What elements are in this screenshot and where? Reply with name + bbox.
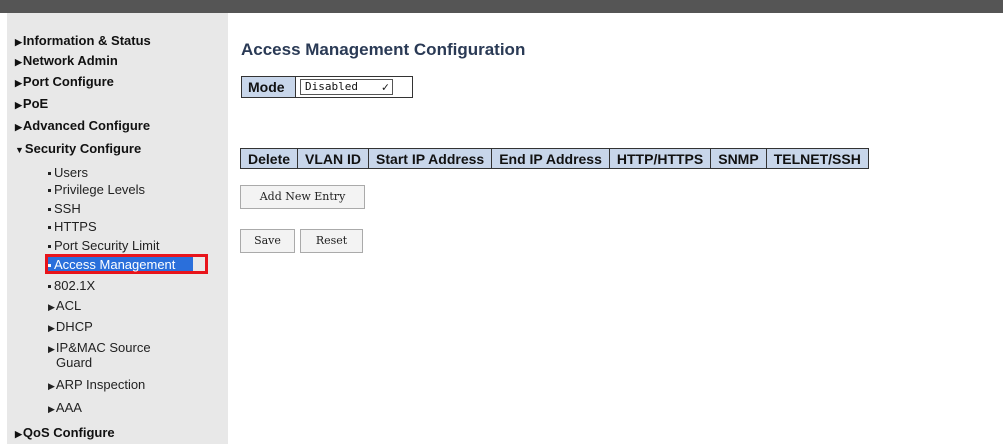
nav-advanced-configure[interactable]: ▶Advanced Configure	[15, 118, 150, 133]
nav-network-admin[interactable]: ▶Network Admin	[15, 53, 118, 68]
sub-item-privilege-levels[interactable]: Privilege Levels	[48, 183, 145, 196]
page-title: Access Management Configuration	[241, 40, 526, 59]
col-start-ip: Start IP Address	[368, 148, 493, 169]
bullet-icon	[48, 189, 51, 193]
triangle-right-icon: ▶	[15, 78, 22, 88]
nav-security-configure[interactable]: ▼Security Configure	[15, 141, 141, 156]
triangle-right-icon: ▶	[48, 404, 55, 414]
chevron-down-icon: ✓	[381, 80, 389, 94]
triangle-right-icon: ▶	[48, 323, 55, 333]
bullet-icon	[48, 226, 51, 230]
mode-select-cell: Disabled ✓	[296, 76, 413, 98]
triangle-right-icon: ▶	[48, 381, 55, 391]
triangle-right-icon: ▶	[15, 57, 22, 67]
sub-item-aaa[interactable]: ▶AAA	[48, 401, 82, 416]
triangle-right-icon: ▶	[48, 302, 55, 312]
triangle-right-icon: ▶	[15, 100, 22, 110]
add-new-entry-button[interactable]: Add New Entry	[240, 185, 365, 209]
sub-item-https[interactable]: HTTPS	[48, 220, 97, 233]
sub-item-acl[interactable]: ▶ACL	[48, 299, 81, 314]
nav-qos-configure[interactable]: ▶QoS Configure	[15, 425, 115, 440]
col-telnet-ssh: TELNET/SSH	[765, 148, 869, 169]
bullet-icon	[48, 285, 51, 289]
triangle-right-icon: ▶	[15, 122, 22, 132]
sub-item-dhcp[interactable]: ▶DHCP	[48, 320, 93, 335]
sub-item-ssh[interactable]: SSH	[48, 202, 81, 215]
sub-item-arp-inspection[interactable]: ▶ARP Inspection	[48, 378, 145, 393]
sub-item-port-security-limit[interactable]: Port Security Limit	[48, 239, 159, 252]
access-management-table: Delete VLAN ID Start IP Address End IP A…	[239, 148, 869, 169]
triangle-right-icon: ▶	[15, 37, 22, 47]
col-vlan-id: VLAN ID	[297, 148, 370, 169]
sub-item-users[interactable]: Users	[48, 166, 88, 179]
col-http-https: HTTP/HTTPS	[608, 148, 712, 169]
col-delete: Delete	[239, 148, 299, 169]
nav-poe[interactable]: ▶PoE	[15, 96, 48, 111]
bullet-icon	[48, 172, 51, 176]
bullet-icon	[48, 245, 51, 249]
col-end-ip: End IP Address	[491, 148, 610, 169]
sub-item-access-management[interactable]: Access Management	[48, 258, 175, 271]
sub-item-ip-mac-source-guard-line2[interactable]: Guard	[56, 356, 92, 369]
nav-port-configure[interactable]: ▶Port Configure	[15, 74, 114, 89]
sub-item-ip-mac-source-guard[interactable]: ▶IP&MAC Source	[48, 341, 151, 356]
sub-item-8021x[interactable]: 802.1X	[48, 279, 95, 292]
mode-select-value: Disabled	[305, 80, 358, 93]
save-button[interactable]: Save	[240, 229, 295, 253]
triangle-down-icon: ▼	[15, 145, 24, 155]
bullet-icon	[48, 208, 51, 212]
bullet-icon	[48, 264, 51, 268]
reset-button[interactable]: Reset	[300, 229, 363, 253]
top-bar	[0, 0, 1003, 13]
triangle-right-icon: ▶	[48, 344, 55, 354]
nav-information-status[interactable]: ▶Information & Status	[15, 33, 151, 48]
mode-label: Mode	[241, 76, 296, 98]
triangle-right-icon: ▶	[15, 429, 22, 439]
col-snmp: SNMP	[710, 148, 767, 169]
mode-select[interactable]: Disabled ✓	[300, 79, 393, 95]
